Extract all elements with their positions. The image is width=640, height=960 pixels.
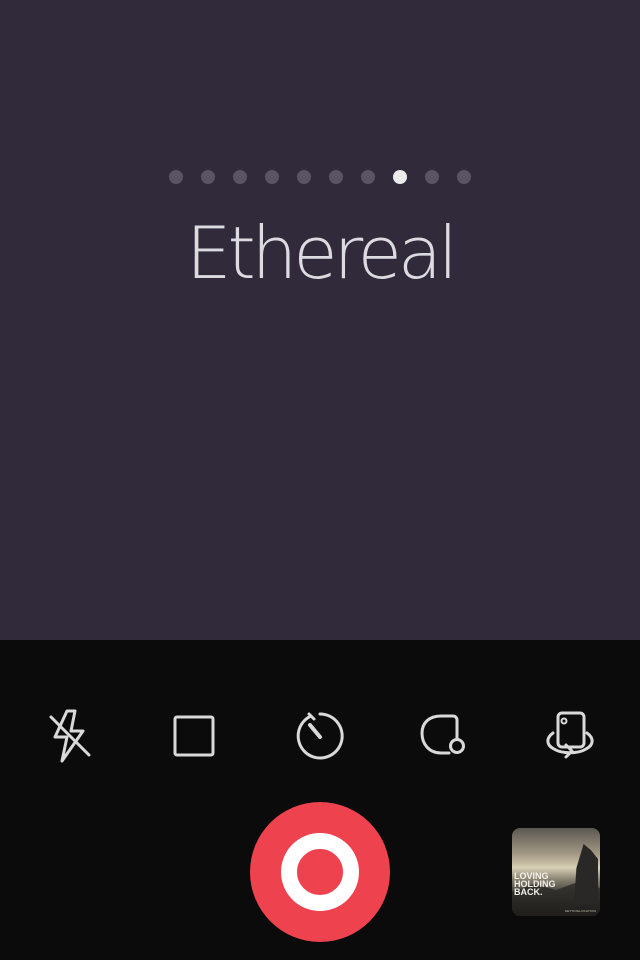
page-dot[interactable]: [329, 170, 343, 184]
vignette-button[interactable]: [414, 706, 474, 766]
viewfinder[interactable]: Ethereal: [0, 0, 640, 640]
thumbnail-quote-line: BACK.: [514, 887, 543, 897]
camera-controls: LOVING HOLDING BACK. SETTINGLOCATION: [0, 640, 640, 960]
crop-square-button[interactable]: [164, 706, 224, 766]
page-dot[interactable]: [265, 170, 279, 184]
shutter-ring: [281, 833, 359, 911]
page-dot[interactable]: [169, 170, 183, 184]
filter-page-indicator: [0, 170, 640, 184]
square-crop-icon: [173, 715, 215, 757]
page-dot[interactable]: [233, 170, 247, 184]
page-dot[interactable]: [361, 170, 375, 184]
page-dot[interactable]: [425, 170, 439, 184]
timer-icon: [296, 712, 344, 760]
thumbnail-caption: SETTINGLOCATION: [564, 909, 596, 913]
page-dot[interactable]: [457, 170, 471, 184]
filter-name: Ethereal: [185, 211, 458, 295]
switch-camera-button[interactable]: [540, 706, 600, 766]
timer-button[interactable]: [290, 706, 350, 766]
gallery-thumbnail[interactable]: LOVING HOLDING BACK. SETTINGLOCATION: [512, 828, 600, 916]
switch-camera-icon: [546, 711, 594, 759]
page-dot[interactable]: [201, 170, 215, 184]
flash-off-icon: [49, 709, 91, 763]
vignette-icon: [420, 714, 465, 755]
page-dot[interactable]: [297, 170, 311, 184]
thumbnail-quote: LOVING HOLDING BACK.: [514, 872, 564, 897]
flash-toggle-button[interactable]: [40, 706, 100, 766]
thumbnail-tree: [574, 844, 598, 904]
page-dot-active[interactable]: [393, 170, 407, 184]
shutter-button[interactable]: [250, 802, 390, 942]
